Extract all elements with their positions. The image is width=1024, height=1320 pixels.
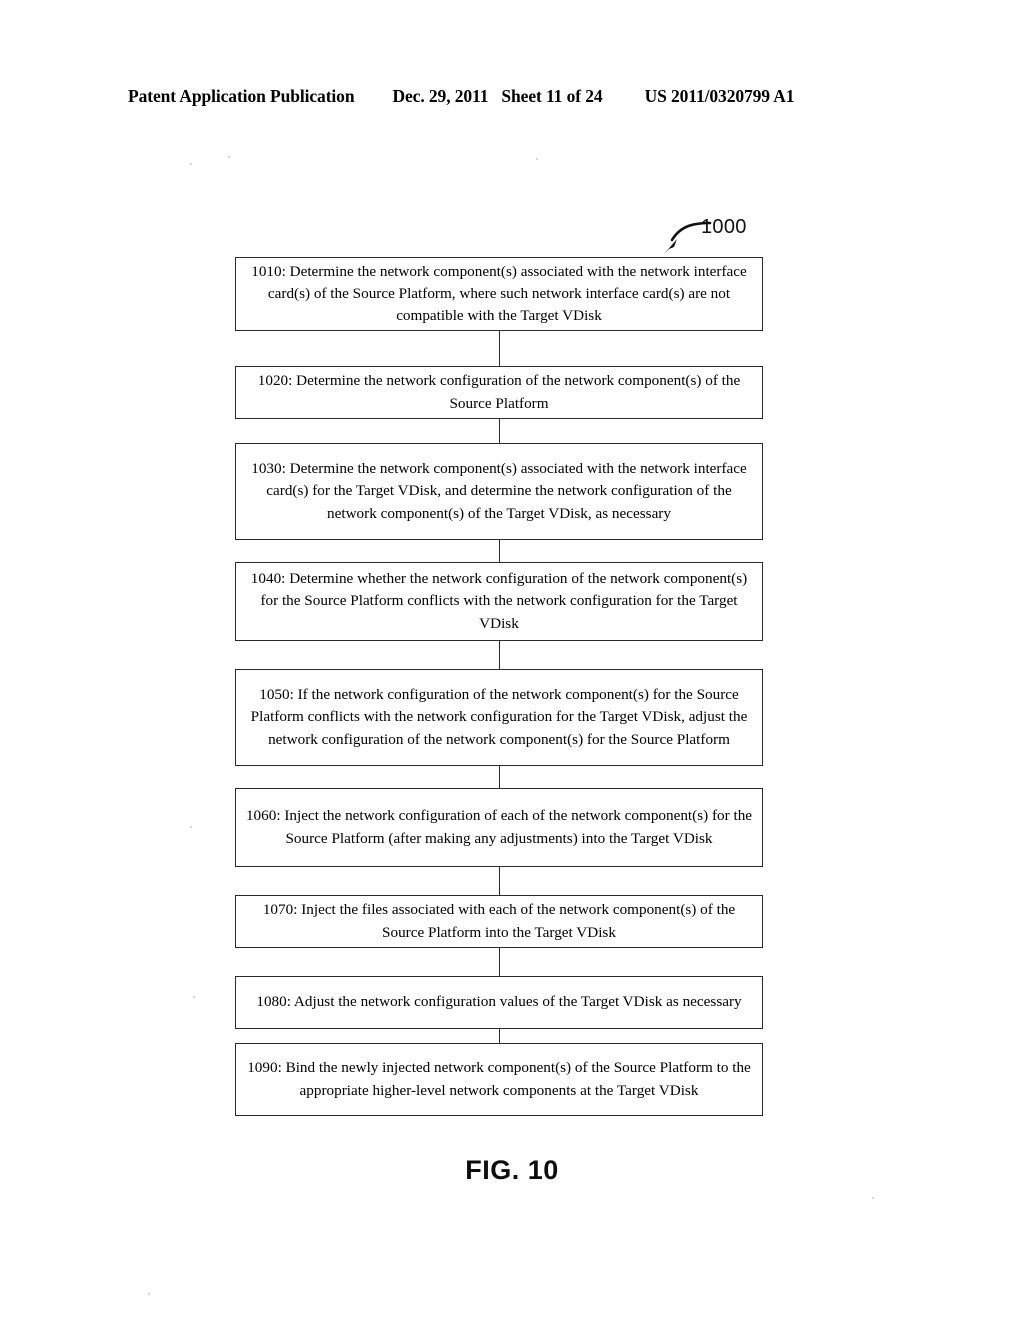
- flowchart-figure: 1000 1010: Determine the network compone…: [0, 0, 1024, 1320]
- flow-step-1020-text: 1020: Determine the network configuratio…: [257, 372, 741, 412]
- flow-step-1030-text: 1030: Determine the network component(s)…: [251, 460, 747, 522]
- flow-step-1090-text: 1090: Bind the newly injected network co…: [247, 1059, 751, 1099]
- flow-step-1050[interactable]: 1050: If the network configuration of th…: [235, 669, 763, 766]
- flow-step-1050-text: 1050: If the network configuration of th…: [250, 686, 748, 748]
- flow-step-1080[interactable]: 1080: Adjust the network configuration v…: [235, 976, 763, 1029]
- connector-1080-1090: [499, 1029, 500, 1043]
- connector-1030-1040: [499, 540, 500, 562]
- flow-step-1060[interactable]: 1060: Inject the network configuration o…: [235, 788, 763, 867]
- flow-step-1080-text: 1080: Adjust the network configuration v…: [256, 993, 742, 1011]
- scan-speck: [190, 163, 192, 165]
- flow-step-1010[interactable]: 1010: Determine the network component(s)…: [235, 257, 763, 331]
- connector-1050-1060: [499, 766, 500, 788]
- flow-step-1070-text: 1070: Inject the files associated with e…: [262, 901, 736, 941]
- connector-1020-1030: [499, 419, 500, 443]
- flow-step-1040-text: 1040: Determine whether the network conf…: [250, 570, 748, 632]
- flow-step-1010-text: 1010: Determine the network component(s)…: [251, 262, 747, 325]
- scan-speck: [536, 158, 538, 160]
- flow-step-1020[interactable]: 1020: Determine the network configuratio…: [235, 366, 763, 419]
- flow-step-1030[interactable]: 1030: Determine the network component(s)…: [235, 443, 763, 540]
- flow-step-1060-text: 1060: Inject the network configuration o…: [245, 807, 753, 847]
- scan-speck: [193, 996, 195, 998]
- connector-1070-1080: [499, 948, 500, 976]
- figure-caption: FIG. 10: [465, 1155, 559, 1185]
- scan-speck: [148, 1293, 150, 1295]
- connector-1010-1020: [499, 331, 500, 366]
- flow-step-1090[interactable]: 1090: Bind the newly injected network co…: [235, 1043, 763, 1116]
- scan-speck: [228, 156, 230, 158]
- scan-speck: [190, 826, 192, 828]
- flow-step-1040[interactable]: 1040: Determine whether the network conf…: [235, 562, 763, 641]
- connector-1060-1070: [499, 867, 500, 895]
- connector-1040-1050: [499, 641, 500, 669]
- scan-speck: [872, 1197, 874, 1199]
- curved-arrow-icon: [664, 221, 712, 254]
- flow-step-1070[interactable]: 1070: Inject the files associated with e…: [235, 895, 763, 948]
